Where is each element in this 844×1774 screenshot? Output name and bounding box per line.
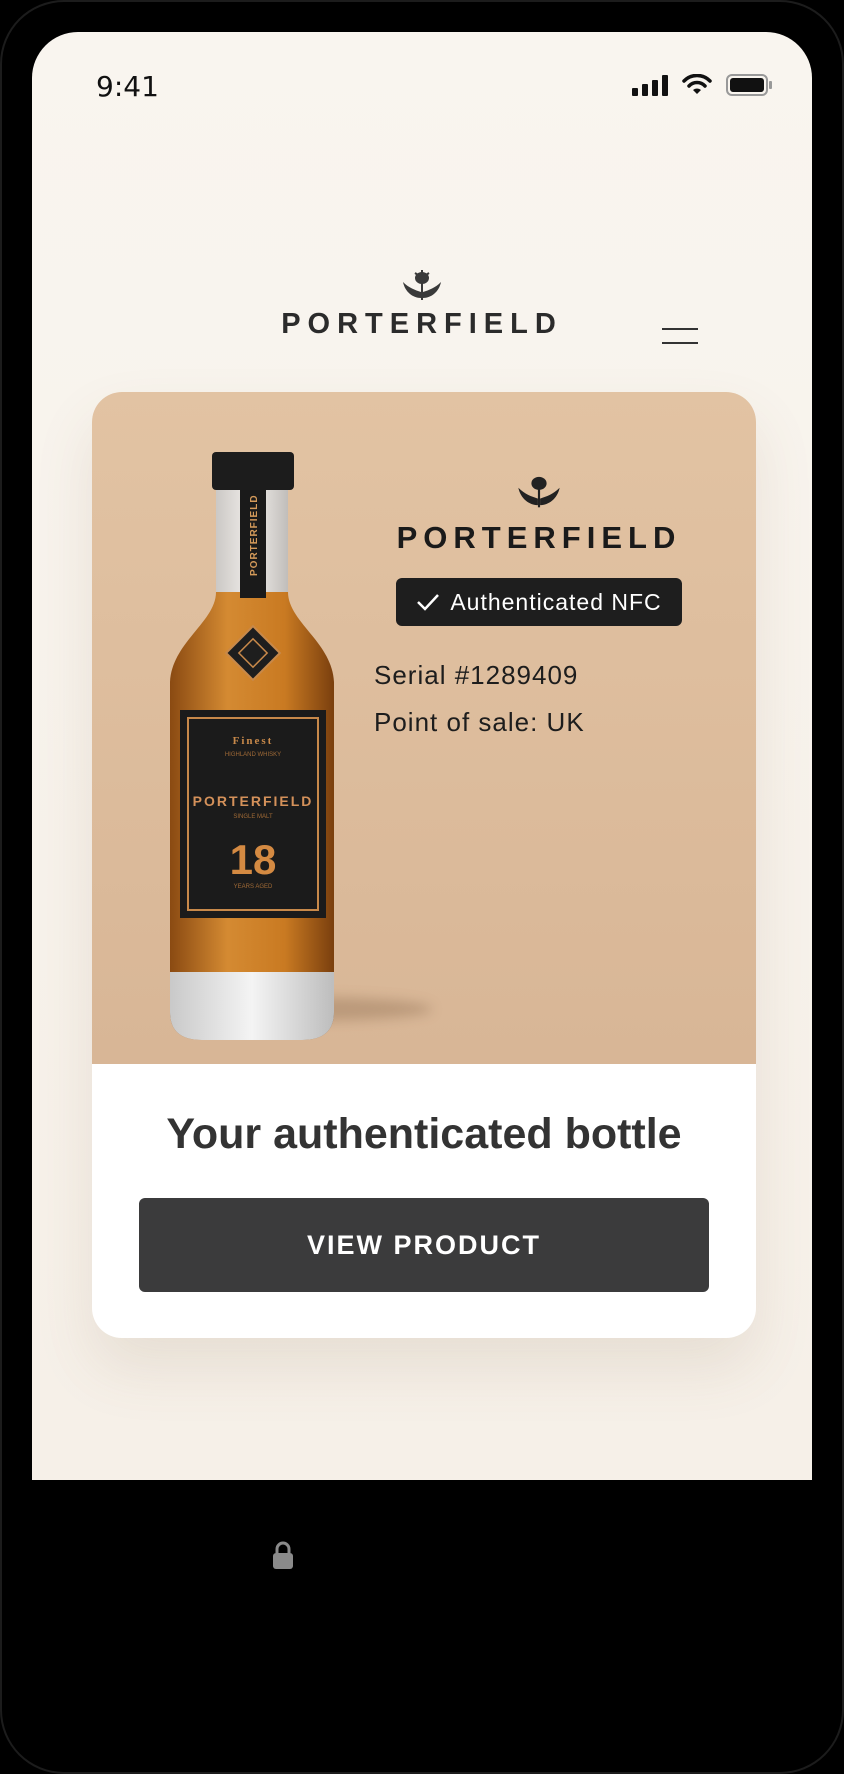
- label-brand: PORTERFIELD: [193, 793, 314, 809]
- serial-number: Serial #1289409: [374, 660, 579, 690]
- label-type: SINGLE MALT: [233, 814, 273, 820]
- nfc-authenticated-badge: Authenticated NFC: [396, 578, 682, 626]
- authentication-card: PORTERFIELD Finest HIGHLAND WHISKY PORTE…: [92, 392, 756, 1338]
- thistle-icon: [518, 476, 560, 508]
- signal-icon: [632, 74, 668, 96]
- lock-icon: [273, 1541, 293, 1569]
- product-hero: PORTERFIELD Finest HIGHLAND WHISKY PORTE…: [92, 392, 756, 1064]
- point-of-sale: Point of sale: UK: [374, 707, 585, 737]
- auth-info: PORTERFIELD Authenticated NFC Serial #12…: [374, 472, 704, 754]
- bottle-details: Serial #1289409 Point of sale: UK: [374, 660, 704, 738]
- label-finest: Finest: [233, 735, 274, 747]
- label-age: 18: [230, 836, 277, 883]
- thistle-icon: [403, 270, 441, 300]
- badge-label: Authenticated NFC: [450, 588, 662, 615]
- card-title: Your authenticated bottle: [166, 1110, 682, 1158]
- label-highland: HIGHLAND WHISKY: [225, 752, 281, 758]
- screen: 9:41 PORTERFIELD PORTERFIELD Finest HIGH…: [32, 32, 812, 1480]
- checkmark-icon: [417, 594, 440, 611]
- whisky-bottle-image: PORTERFIELD Finest HIGHLAND WHISKY PORTE…: [170, 452, 334, 1040]
- battery-icon: [726, 74, 772, 96]
- hamburger-menu-icon[interactable]: [662, 324, 698, 348]
- phone-device: 9:41 PORTERFIELD PORTERFIELD Finest HIGH…: [0, 0, 844, 1774]
- neck-label-text: PORTERFIELD: [249, 494, 260, 576]
- status-icons: [632, 74, 772, 96]
- label-age-caption: YEARS AGED: [234, 884, 273, 890]
- card-brand-text: PORTERFIELD: [396, 520, 682, 555]
- status-time: 9:41: [96, 70, 159, 103]
- wifi-icon: [682, 74, 712, 96]
- view-product-button[interactable]: VIEW PRODUCT: [139, 1198, 709, 1292]
